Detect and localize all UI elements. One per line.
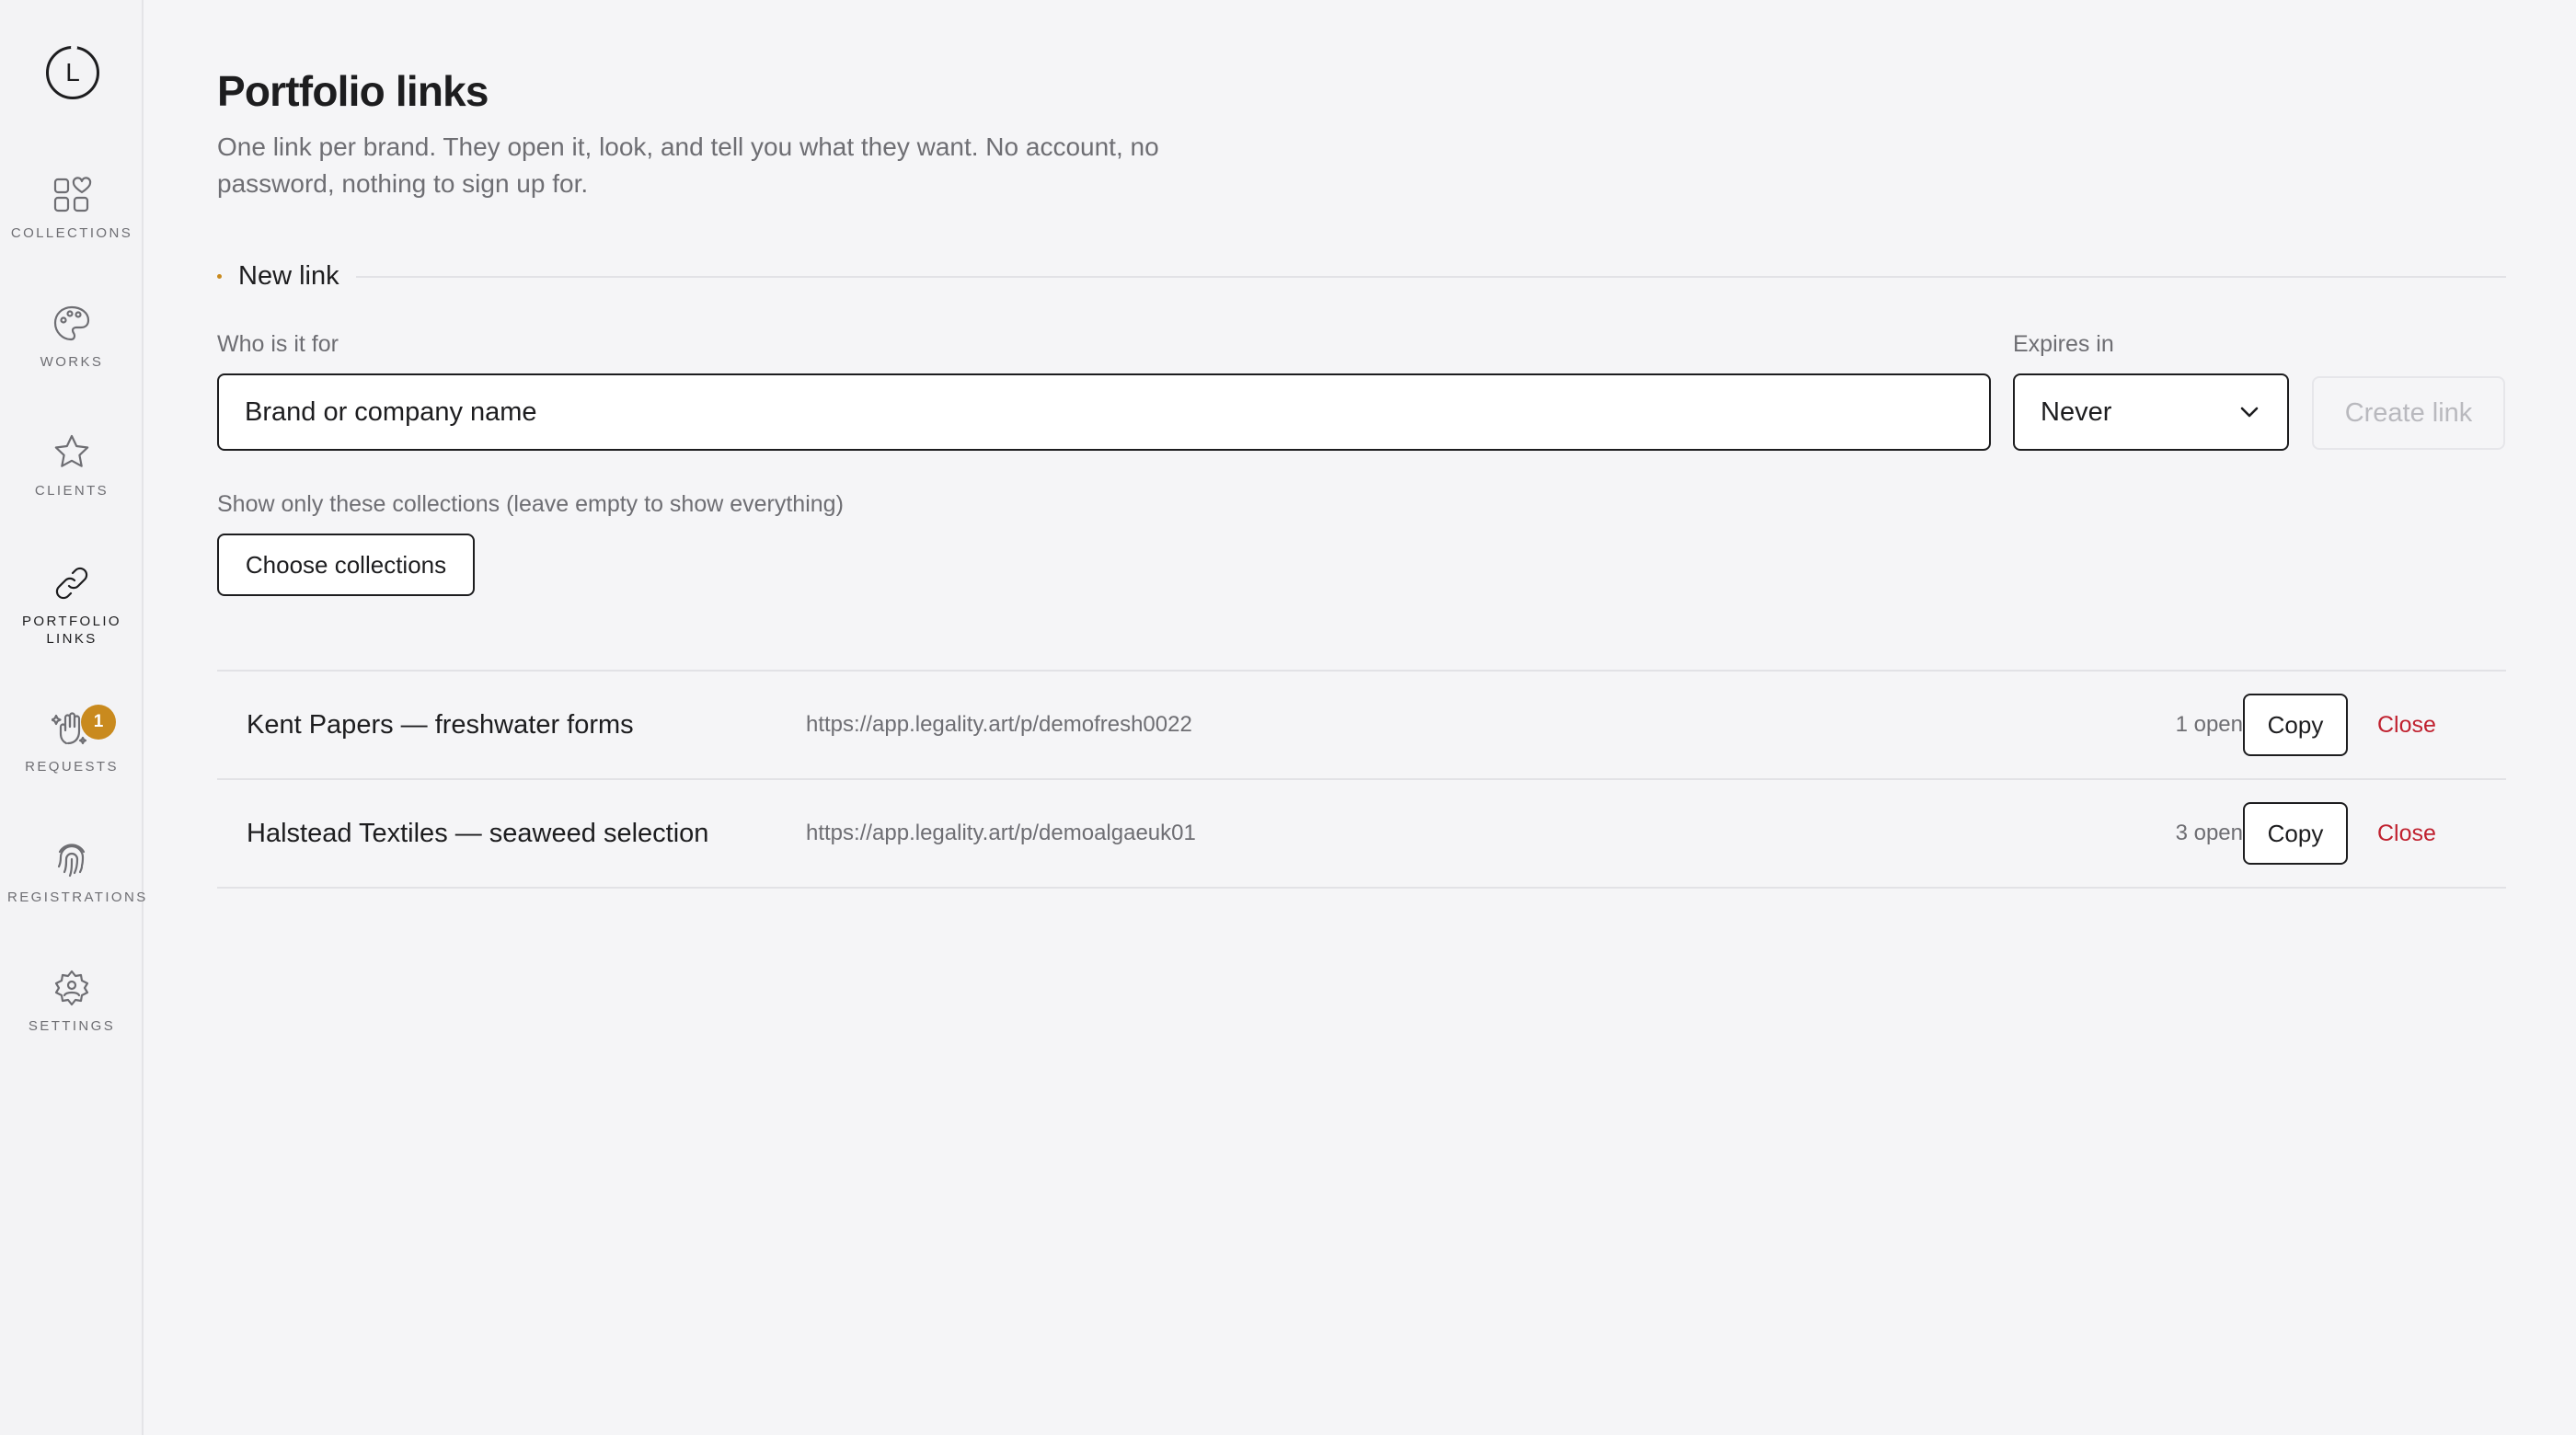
choose-collections-button[interactable]: Choose collections <box>217 534 475 596</box>
fingerprint-icon <box>57 844 86 878</box>
sidebar: L COLLECTIONS WORKS CLIENTS PORTFOLIO LI… <box>0 0 148 1435</box>
sidebar-item-label: WORKS <box>40 354 104 370</box>
copy-button[interactable]: Copy <box>2243 802 2348 865</box>
main-content: Portfolio links One link per brand. They… <box>144 0 2576 1435</box>
page-subtitle: One link per brand. They open it, look, … <box>217 132 1159 198</box>
logo[interactable]: L <box>46 44 99 99</box>
section-accent-dot <box>217 274 222 279</box>
sidebar-item-label: REGISTRATIONS <box>7 890 148 905</box>
who-label: Who is it for <box>217 331 339 357</box>
link-name: Halstead Textiles — seaweed selection <box>247 818 709 848</box>
expires-select[interactable]: Never <box>2013 373 2289 451</box>
section-title: New link <box>238 261 339 291</box>
create-link-button[interactable]: Create link <box>2312 376 2505 450</box>
logo-accent-dot <box>71 44 77 51</box>
palette-icon <box>53 305 90 341</box>
sidebar-item-label: PORTFOLIO LINKS <box>21 614 121 647</box>
expires-label: Expires in <box>2013 331 2114 357</box>
copy-button[interactable]: Copy <box>2243 694 2348 756</box>
logo-letter: L <box>65 58 80 86</box>
sidebar-item-clients[interactable]: CLIENTS <box>0 432 144 499</box>
portfolio-links-list: Kent Papers — freshwater forms https://a… <box>217 670 2506 889</box>
collections-filter-label: Show only these collections (leave empty… <box>217 491 844 517</box>
section-divider <box>355 275 2506 278</box>
new-link-section-header: New link <box>217 261 2506 292</box>
expires-selected-value: Never <box>2041 396 2112 427</box>
collections-icon <box>53 177 92 212</box>
requests-count-badge: 1 <box>81 705 116 740</box>
star-icon <box>54 434 89 467</box>
link-url: https://app.legality.art/p/demoalgaeuk01 <box>806 821 1196 845</box>
close-link-button[interactable]: Close <box>2377 712 2436 739</box>
sidebar-item-label: REQUESTS <box>25 759 119 775</box>
sidebar-item-portfolio-links[interactable]: PORTFOLIO LINKS <box>0 563 144 648</box>
close-link-button[interactable]: Close <box>2377 821 2436 847</box>
list-item: Kent Papers — freshwater forms https://a… <box>217 672 2506 780</box>
sidebar-item-label: SETTINGS <box>28 1018 116 1034</box>
sidebar-item-label: COLLECTIONS <box>10 225 133 241</box>
sidebar-item-requests[interactable]: 1 REQUESTS <box>0 705 144 775</box>
sidebar-item-label: CLIENTS <box>34 483 109 499</box>
page-title: Portfolio links <box>217 67 489 115</box>
sidebar-item-settings[interactable]: SETTINGS <box>0 968 144 1035</box>
brand-name-input[interactable] <box>217 373 1991 451</box>
sidebar-item-collections[interactable]: COLLECTIONS <box>0 175 144 242</box>
gear-icon <box>54 970 89 1006</box>
link-url: https://app.legality.art/p/demofresh0022 <box>806 712 1192 737</box>
link-icon <box>55 567 88 600</box>
sidebar-item-works[interactable]: WORKS <box>0 304 144 371</box>
chevron-down-icon <box>2237 400 2261 424</box>
sidebar-item-registrations[interactable]: REGISTRATIONS <box>0 839 148 906</box>
link-name: Kent Papers — freshwater forms <box>247 709 634 740</box>
list-item: Halstead Textiles — seaweed selection ht… <box>217 780 2506 889</box>
app: L COLLECTIONS WORKS CLIENTS PORTFOLIO LI… <box>0 0 2576 1435</box>
